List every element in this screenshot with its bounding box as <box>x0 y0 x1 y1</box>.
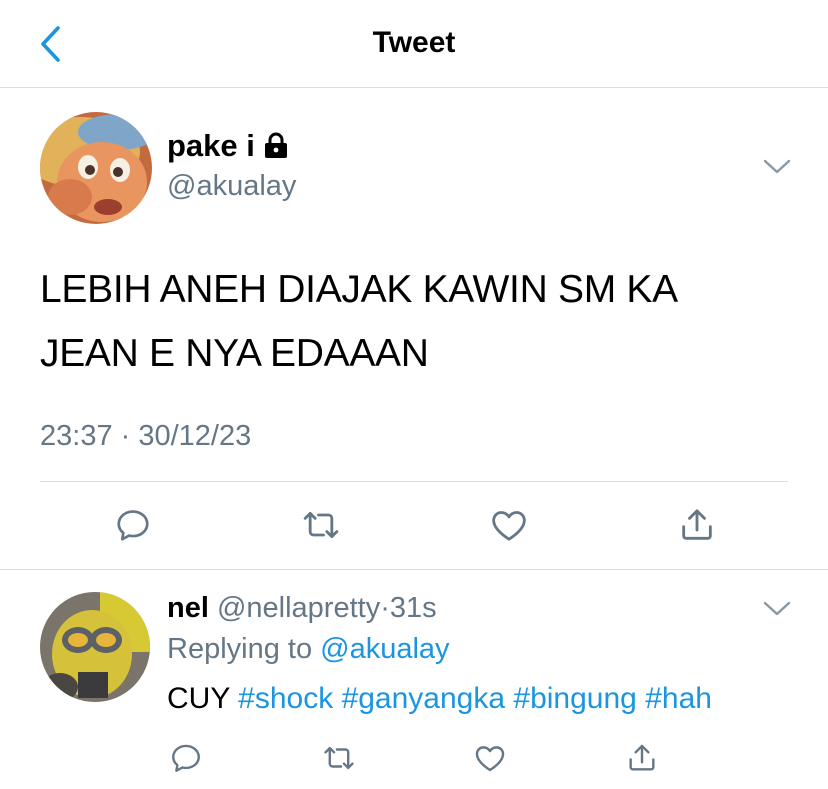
replying-to: Replying to @akualay <box>167 633 450 666</box>
comment-icon <box>117 510 149 541</box>
like-icon <box>475 746 505 772</box>
hashtag-link[interactable]: #bingung <box>513 682 636 715</box>
reply-author-handle[interactable]: @nellapretty <box>217 592 380 624</box>
like-button[interactable] <box>486 502 532 548</box>
avatar[interactable] <box>40 112 152 224</box>
avatar-image <box>40 112 152 224</box>
hashtag-link[interactable]: #ganyangka <box>342 682 505 715</box>
lock-icon <box>264 132 287 158</box>
reply-header: nel @nellapretty·31s <box>167 592 437 625</box>
chevron-down-icon <box>763 601 791 616</box>
retweet-icon <box>324 746 354 770</box>
replying-to-label: Replying to <box>167 633 313 665</box>
avatar-image <box>40 592 150 702</box>
hashtag-link[interactable]: #shock <box>238 682 333 715</box>
divider <box>40 481 788 482</box>
top-bar: Tweet <box>0 0 828 88</box>
tweet-text-line: JEAN E NYA EDAAAN <box>40 332 429 375</box>
reply-retweet-button[interactable] <box>319 738 359 778</box>
tweet-text-line: LEBIH ANEH DIAJAK KAWIN SM KA <box>40 268 678 311</box>
reply-text: CUY #shock #ganyangka #bingung #hah <box>167 682 712 716</box>
share-button[interactable] <box>674 502 720 548</box>
chevron-down-icon <box>763 159 791 174</box>
replying-to-link[interactable]: @akualay <box>320 633 449 665</box>
retweet-button[interactable] <box>298 502 344 548</box>
reply-author-name[interactable]: nel <box>167 592 209 624</box>
author-name[interactable]: pake i <box>167 128 289 164</box>
reply-time[interactable]: 31s <box>390 592 437 624</box>
author-name-text: pake i <box>167 128 255 163</box>
reply-like-button[interactable] <box>470 738 510 778</box>
reply-comment-button[interactable] <box>166 738 206 778</box>
share-icon <box>682 509 712 540</box>
share-icon <box>629 744 655 771</box>
page-title: Tweet <box>372 26 456 59</box>
like-icon <box>492 511 526 541</box>
tweet-timestamp[interactable]: 23:37 · 30/12/23 <box>40 420 251 453</box>
retweet-icon <box>303 511 339 539</box>
reply-time-separator: · <box>380 592 390 624</box>
comment-icon <box>172 744 200 772</box>
reply-share-button[interactable] <box>622 738 662 778</box>
reply-text-plain: CUY <box>167 682 230 715</box>
reply-avatar[interactable] <box>40 592 150 702</box>
tweet-options-button[interactable] <box>762 156 792 176</box>
hashtag-link[interactable]: #hah <box>645 682 712 715</box>
comment-button[interactable] <box>110 502 156 548</box>
author-handle[interactable]: @akualay <box>167 170 296 203</box>
reply-options-button[interactable] <box>762 598 792 618</box>
tweet-text: LEBIH ANEH DIAJAK KAWIN SM KA JEAN E NYA… <box>40 258 800 386</box>
